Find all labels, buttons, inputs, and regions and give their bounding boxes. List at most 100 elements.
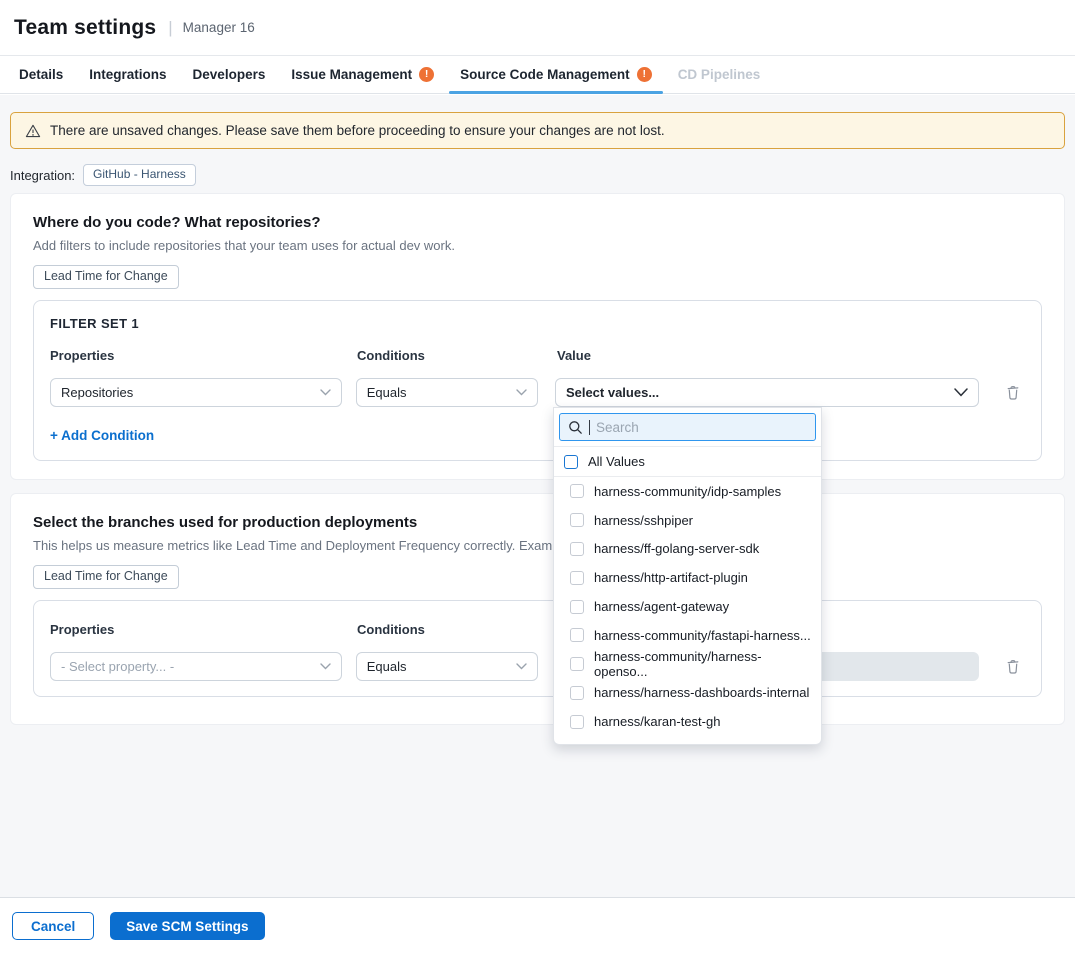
delete-condition-button[interactable]: [1001, 655, 1025, 679]
add-condition-link[interactable]: + Add Condition: [50, 428, 154, 443]
filter-column-labels: Properties Conditions Value: [50, 348, 1025, 363]
conditions-select-value: Equals: [367, 659, 407, 674]
checkbox-icon[interactable]: [570, 542, 584, 556]
filter-controls-row: - Select property... - Equals: [50, 652, 1025, 681]
checkbox-icon[interactable]: [570, 686, 584, 700]
tab-source-code-management[interactable]: Source Code Management !: [447, 56, 665, 93]
branches-filter-box: Properties Conditions - Select property.…: [33, 600, 1042, 697]
dropdown-option[interactable]: harness/harness-dashboards-internal: [554, 679, 821, 708]
integration-row: Integration: GitHub - Harness: [10, 164, 196, 186]
tab-bar: Details Integrations Developers Issue Ma…: [0, 56, 1075, 94]
repositories-card-subtitle: Add filters to include repositories that…: [33, 238, 1042, 253]
option-label: harness/sshpiper: [594, 513, 693, 528]
dropdown-option[interactable]: harness-community/idp-samples: [554, 477, 821, 506]
tab-cd-pipelines: CD Pipelines: [665, 56, 774, 93]
option-label: harness/karan-test-gh: [594, 714, 720, 729]
unsaved-changes-banner: There are unsaved changes. Please save t…: [10, 112, 1065, 149]
value-select-placeholder: Select values...: [566, 385, 659, 400]
delete-condition-button[interactable]: [1001, 381, 1025, 405]
page-title: Team settings: [14, 16, 156, 40]
properties-select[interactable]: - Select property... -: [50, 652, 342, 681]
dropdown-option[interactable]: harness-community/fastapi-harness...: [554, 621, 821, 650]
all-values-label: All Values: [588, 454, 645, 469]
values-dropdown: Search All Values harness-community/idp-…: [553, 407, 822, 745]
cancel-button[interactable]: Cancel: [12, 912, 94, 940]
tab-label: Details: [19, 67, 63, 82]
warning-icon: [25, 123, 41, 139]
footer-action-bar: Cancel Save SCM Settings: [0, 897, 1075, 954]
search-input[interactable]: Search: [559, 413, 816, 441]
tab-label: Issue Management: [291, 67, 412, 82]
branches-card: Select the branches used for production …: [10, 493, 1065, 725]
checkbox-icon[interactable]: [570, 715, 584, 729]
filter-controls-row: Repositories Equals Select values...: [50, 378, 1025, 407]
option-label: harness/internal-api-dashboard: [594, 743, 774, 745]
search-placeholder: Search: [596, 420, 639, 435]
value-column-label: Value: [557, 348, 983, 363]
checkbox-icon[interactable]: [570, 744, 584, 745]
dropdown-option[interactable]: harness/http-artifact-plugin: [554, 563, 821, 592]
option-label: harness-community/idp-samples: [594, 484, 781, 499]
repositories-card-title: Where do you code? What repositories?: [33, 214, 1042, 231]
option-label: harness/agent-gateway: [594, 599, 729, 614]
option-label: harness-community/fastapi-harness...: [594, 628, 811, 643]
lead-time-chip: Lead Time for Change: [33, 565, 179, 589]
conditions-column-label: Conditions: [357, 622, 540, 637]
conditions-select-value: Equals: [367, 385, 407, 400]
properties-column-label: Properties: [50, 622, 343, 637]
checkbox-icon[interactable]: [570, 657, 584, 671]
value-multiselect[interactable]: Select values...: [555, 378, 979, 407]
option-label: harness/harness-dashboards-internal: [594, 685, 809, 700]
chevron-down-icon: [954, 388, 968, 397]
checkbox-icon[interactable]: [564, 455, 578, 469]
search-icon: [568, 420, 583, 435]
dropdown-option[interactable]: harness/karan-test-gh: [554, 707, 821, 736]
dropdown-search-wrap: Search: [554, 408, 821, 447]
properties-column-label: Properties: [50, 348, 343, 363]
filter-set-title: FILTER SET 1: [50, 316, 1025, 331]
integration-chip[interactable]: GitHub - Harness: [83, 164, 196, 185]
repositories-card: Where do you code? What repositories? Ad…: [10, 193, 1065, 480]
checkbox-icon[interactable]: [570, 600, 584, 614]
checkbox-icon[interactable]: [570, 513, 584, 527]
chevron-down-icon: [320, 663, 331, 670]
chevron-down-icon: [320, 389, 331, 396]
properties-select-value: Repositories: [61, 385, 133, 400]
chevron-down-icon: [516, 389, 527, 396]
alert-badge-icon: !: [637, 67, 652, 82]
banner-text: There are unsaved changes. Please save t…: [50, 123, 665, 138]
tab-details[interactable]: Details: [6, 56, 76, 93]
properties-select-placeholder: - Select property... -: [61, 659, 174, 674]
conditions-select[interactable]: Equals: [356, 378, 538, 407]
branches-card-subtitle: This helps us measure metrics like Lead …: [33, 538, 1042, 553]
dropdown-option[interactable]: harness-community/harness-openso...: [554, 650, 821, 679]
title-divider: |: [168, 18, 172, 38]
save-scm-settings-button[interactable]: Save SCM Settings: [110, 912, 264, 940]
tab-label: CD Pipelines: [678, 67, 761, 82]
text-cursor: [589, 420, 590, 435]
conditions-select[interactable]: Equals: [356, 652, 538, 681]
dropdown-option[interactable]: harness/ff-golang-server-sdk: [554, 535, 821, 564]
checkbox-icon[interactable]: [570, 571, 584, 585]
option-label: harness/http-artifact-plugin: [594, 570, 748, 585]
properties-select[interactable]: Repositories: [50, 378, 342, 407]
tab-developers[interactable]: Developers: [180, 56, 279, 93]
page-header: Team settings | Manager 16: [0, 0, 1075, 56]
tab-issue-management[interactable]: Issue Management !: [278, 56, 447, 93]
branches-card-title: Select the branches used for production …: [33, 514, 1042, 531]
all-values-option[interactable]: All Values: [554, 447, 821, 477]
dropdown-option[interactable]: harness/agent-gateway: [554, 592, 821, 621]
tab-integrations[interactable]: Integrations: [76, 56, 179, 93]
dropdown-option[interactable]: harness/sshpiper: [554, 506, 821, 535]
tab-label: Source Code Management: [460, 67, 630, 82]
checkbox-icon[interactable]: [570, 628, 584, 642]
integration-label: Integration:: [10, 168, 75, 183]
checkbox-icon[interactable]: [570, 484, 584, 498]
lead-time-chip: Lead Time for Change: [33, 265, 179, 289]
option-label: harness/ff-golang-server-sdk: [594, 541, 759, 556]
tab-label: Integrations: [89, 67, 166, 82]
team-name-label: Manager 16: [183, 20, 255, 35]
dropdown-option[interactable]: harness/internal-api-dashboard: [554, 736, 821, 745]
option-label: harness-community/harness-openso...: [594, 649, 811, 679]
chevron-down-icon: [516, 663, 527, 670]
